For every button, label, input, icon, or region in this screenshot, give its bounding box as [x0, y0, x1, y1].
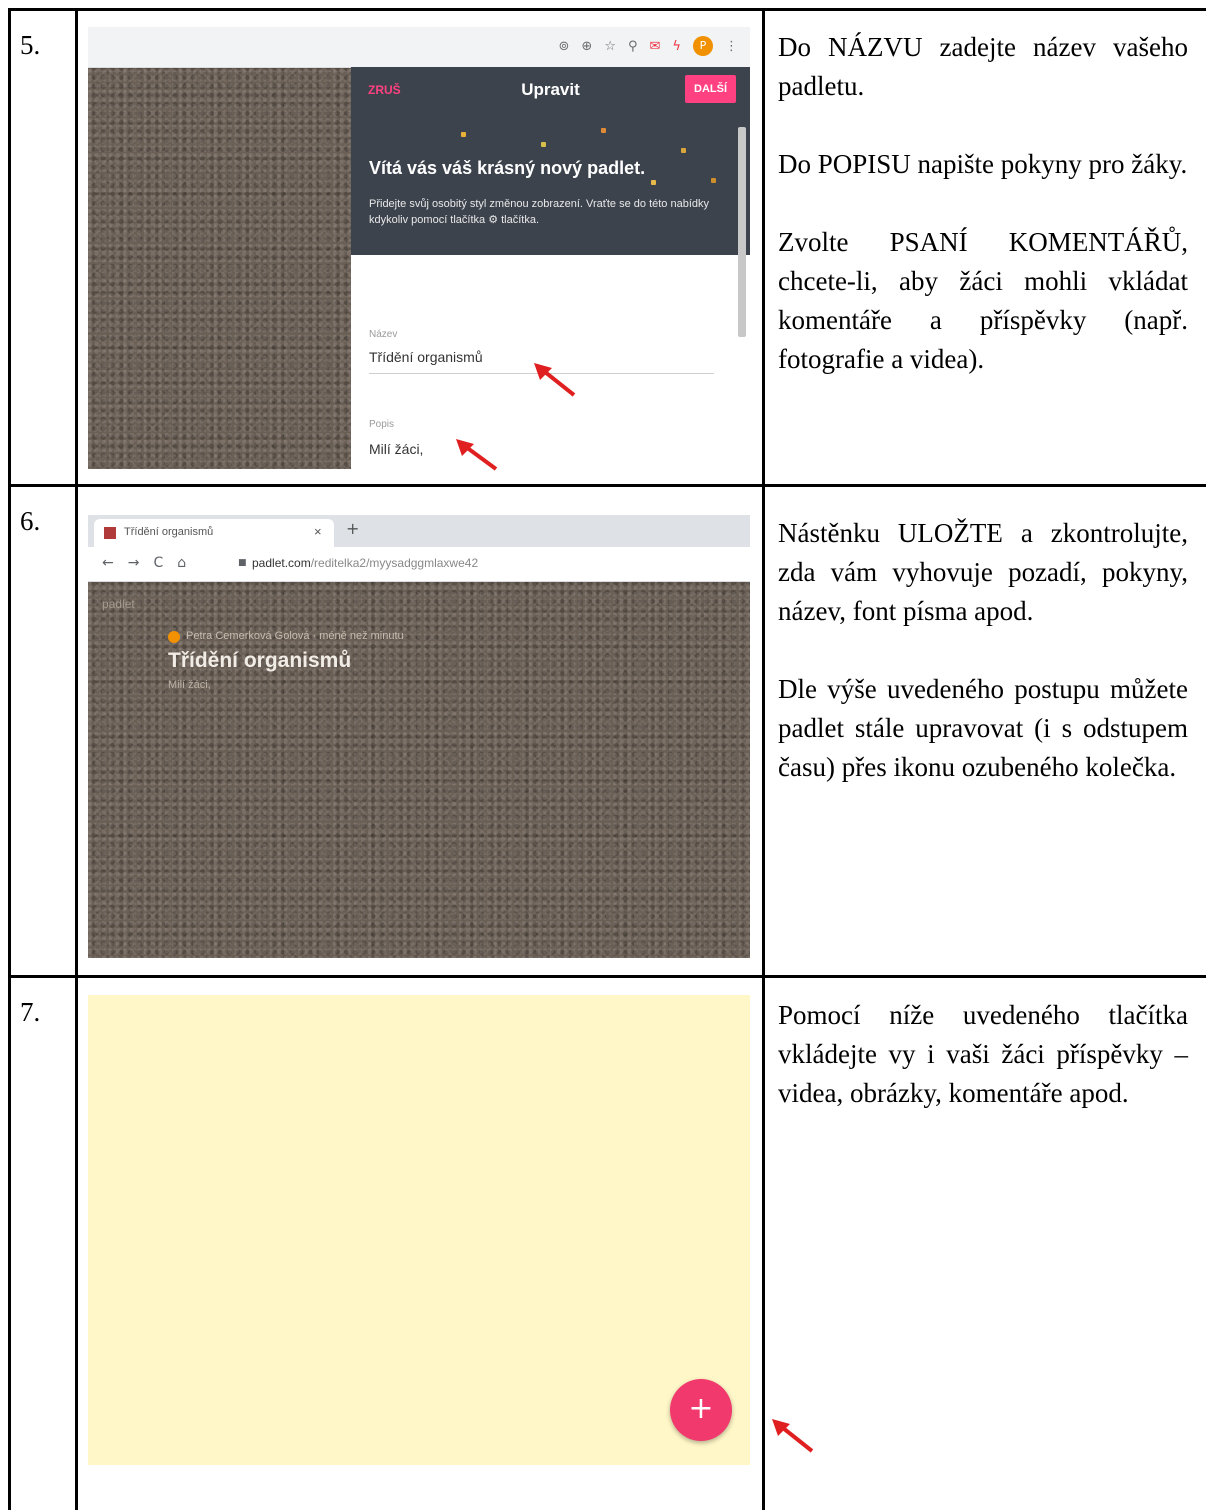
row-divider-2 [8, 975, 1206, 978]
zoom-icon[interactable]: ⊕ [581, 39, 592, 54]
row-number-6: 6. [20, 506, 41, 536]
mail-icon[interactable]: ✉ [650, 39, 661, 54]
profile-avatar[interactable]: P [693, 36, 713, 56]
scrollbar[interactable] [738, 127, 746, 337]
url-path: /reditelka2/myysadggmlaxwe42 [310, 556, 479, 570]
name-input[interactable]: Třídění organismů [369, 349, 483, 365]
description-input[interactable]: Milí žáci, [369, 441, 423, 457]
arrow-to-name [534, 363, 576, 397]
board-title: Třídění organismů [168, 649, 352, 672]
star-icon[interactable]: ☆ [604, 39, 616, 54]
confetti [541, 142, 546, 147]
confetti [681, 148, 686, 153]
author-line: Petra Cemerková Golová · méně než minutu [186, 630, 404, 642]
description-label: Popis [369, 419, 395, 430]
extension-icon[interactable]: ⚲ [628, 39, 638, 54]
welcome-text: Přidejte svůj osobitý styl změnou zobraz… [369, 198, 710, 226]
menu-dots-icon[interactable]: ⋮ [725, 39, 738, 54]
paragraph: Pomocí níže uvedeného tlačítka vkládejte… [778, 1000, 1188, 1108]
browser-tab-bar: Třídění organismů × + [88, 515, 750, 547]
paragraph: Nástěnku ULOŽTE a zkontrolujte, zda vám … [778, 518, 1188, 626]
navigation-icons[interactable]: ←→C⌂ [102, 555, 200, 571]
avatar [168, 631, 180, 643]
confetti [711, 178, 716, 183]
browser-toolbar: ⊚ ⊕ ☆ ⚲ ✉ ϟ P ⋮ [88, 27, 750, 68]
name-label: Název [369, 329, 398, 340]
confetti [651, 180, 656, 185]
screenshot-empty-board: + [88, 995, 750, 1465]
next-button[interactable]: DALŠÍ [685, 75, 736, 103]
address-bar[interactable]: padlet.com/reditelka2/myysadggmlaxwe42 [252, 556, 478, 570]
paragraph: Do NÁZVU zadejte název vašeho padletu. [778, 32, 1188, 101]
lens-icon[interactable]: ⊚ [559, 39, 570, 54]
extension-icons: ⊚ ⊕ ☆ ⚲ ✉ ϟ P ⋮ [559, 36, 738, 56]
url-domain: padlet.com [252, 556, 311, 570]
paragraph: Zvolte PSANÍ KOMENTÁŘŮ, chcete-li, aby ž… [778, 227, 1188, 374]
add-post-button[interactable]: + [670, 1379, 732, 1441]
welcome-banner: Vítá vás váš krásný nový padlet. Přidejt… [351, 120, 750, 255]
table-border-top [8, 8, 1206, 11]
edit-panel: ZRUŠ Upravit DALŠÍ Vítá vás váš krásný n… [351, 67, 750, 469]
arrow-to-description [456, 439, 498, 471]
browser-toolbar: ←→C⌂ ■ padlet.com/reditelka2/myysadggmla… [88, 547, 750, 582]
edit-panel-header: ZRUŠ Upravit DALŠÍ [351, 67, 750, 120]
paragraph: Dle výše uvedeného postupu můžete padlet… [778, 674, 1188, 782]
column-divider-1 [75, 8, 78, 1510]
browser-tab[interactable]: Třídění organismů × [94, 519, 334, 547]
row-7-description: Pomocí níže uvedeného tlačítka vkládejte… [778, 996, 1188, 1113]
board-description: Milí žáci, [168, 679, 211, 691]
row-5-description: Do NÁZVU zadejte název vašeho padletu. D… [778, 28, 1188, 379]
tab-title: Třídění organismů [124, 526, 214, 538]
paragraph: Do POPISU napište pokyny pro žáky. [778, 149, 1188, 179]
confetti [461, 132, 466, 137]
lock-icon: ■ [238, 558, 247, 568]
table-border-left [8, 8, 11, 1510]
column-divider-2 [762, 8, 765, 1510]
padlet-favicon-icon [104, 527, 116, 539]
lightning-icon[interactable]: ϟ [672, 39, 681, 54]
new-tab-icon[interactable]: + [346, 519, 359, 538]
screenshot-saved-board: Třídění organismů × + ←→C⌂ ■ padlet.com/… [88, 515, 750, 958]
row-6-description: Nástěnku ULOŽTE a zkontrolujte, zda vám … [778, 514, 1188, 787]
row-number-5: 5. [20, 30, 41, 60]
row-divider-1 [8, 484, 1206, 487]
welcome-title: Vítá vás váš krásný nový padlet. [369, 158, 646, 178]
close-icon[interactable]: × [314, 524, 322, 539]
row-number-7: 7. [20, 997, 41, 1027]
padlet-logo: padlet [102, 597, 135, 611]
confetti [601, 128, 606, 133]
screenshot-edit-panel: ⊚ ⊕ ☆ ⚲ ✉ ϟ P ⋮ ZRUŠ Upravit DALŠÍ Vítá … [88, 27, 750, 469]
arrow-to-add-button [772, 1419, 814, 1453]
